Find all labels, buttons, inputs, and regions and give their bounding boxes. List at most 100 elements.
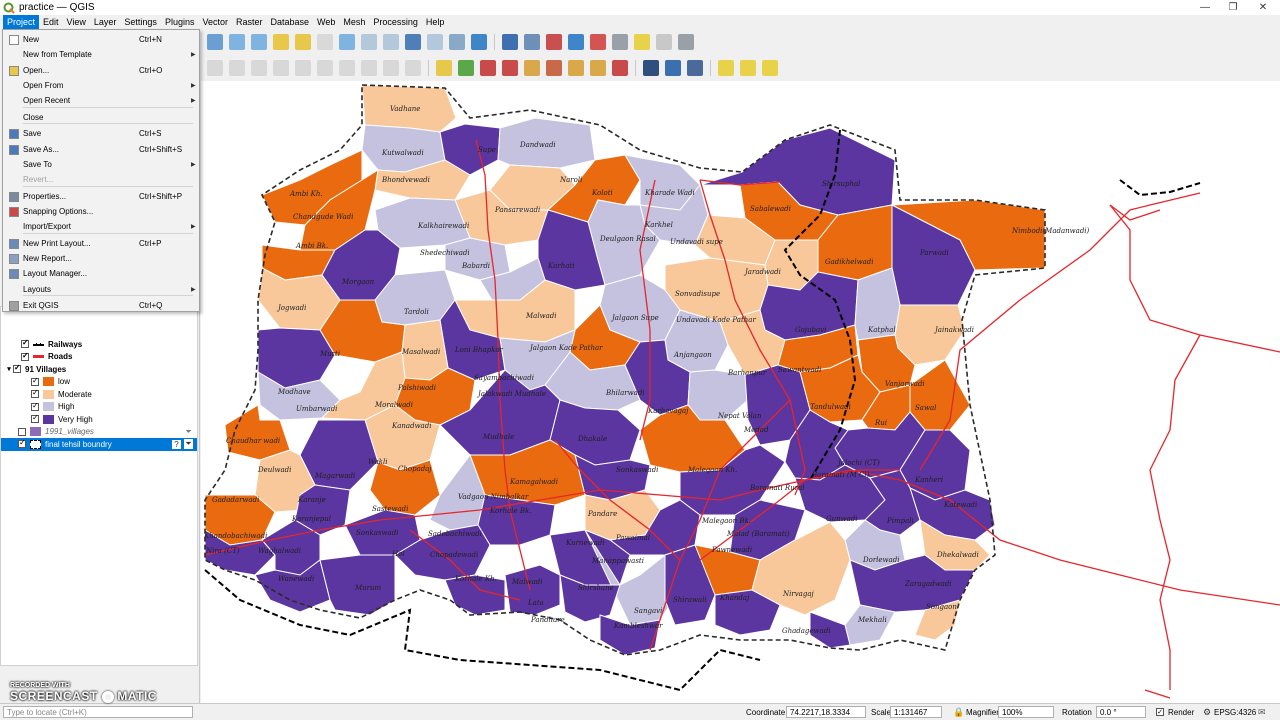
show-bookmarks-icon[interactable] (427, 34, 443, 50)
crs-label[interactable]: EPSG:4326 (1214, 708, 1256, 717)
menu-item-save[interactable]: Save Ctrl+S (3, 126, 199, 141)
class-moderate-checkbox[interactable] (31, 388, 39, 399)
menu-view[interactable]: View (63, 15, 90, 29)
render-checkbox[interactable]: ✓ (1156, 708, 1164, 716)
field-calculator-icon[interactable] (546, 34, 562, 50)
annotation-icon[interactable] (656, 34, 672, 50)
scale-field[interactable]: 1:131467 (890, 706, 942, 718)
close-button[interactable]: ✕ (1248, 0, 1278, 15)
menu-mesh[interactable]: Mesh (339, 15, 369, 29)
menu-item-save-to[interactable]: Save To ▶ (3, 157, 199, 172)
class-low-checkbox[interactable] (31, 376, 39, 386)
help-icon[interactable]: ? (172, 439, 181, 449)
menu-edit[interactable]: Edit (39, 15, 63, 29)
menu-item-open-recent[interactable]: Open Recent ▶ (3, 93, 199, 108)
menu-item-save-as[interactable]: Save As... Ctrl+Shift+S (3, 142, 199, 157)
menu-item-layout-manager[interactable]: Layout Manager... (3, 266, 199, 281)
layer-final-tehsil-boundry[interactable]: final tehsil boundry ? ⏷ (1, 438, 197, 451)
class-low[interactable]: low (1, 376, 197, 389)
toggle-editing-icon[interactable] (229, 60, 245, 76)
menu-vector[interactable]: Vector (198, 15, 232, 29)
attribute-table-icon[interactable] (524, 34, 540, 50)
new-bookmark-icon[interactable] (405, 34, 421, 50)
zoom-last-icon[interactable] (361, 34, 377, 50)
cut-features-icon[interactable] (317, 60, 333, 76)
layer-styling-icon[interactable] (612, 60, 628, 76)
move-label-icon[interactable] (546, 60, 562, 76)
layer-diagram-icon[interactable] (480, 60, 496, 76)
magnifier-field[interactable]: 100% (998, 706, 1054, 718)
measure-icon[interactable] (612, 34, 628, 50)
digitize-icon[interactable] (251, 60, 267, 76)
change-label-icon[interactable] (590, 60, 606, 76)
python-console-icon[interactable] (665, 60, 681, 76)
filter-icon[interactable]: ⏷ (185, 427, 191, 437)
zoom-next-icon[interactable] (383, 34, 399, 50)
layer-roads[interactable]: Roads (1, 351, 197, 364)
menu-item-import-export[interactable]: Import/Export ▶ (3, 219, 199, 234)
coordinate-field[interactable]: 74.2217,18.3334 (786, 706, 866, 718)
messages-icon[interactable]: ✉ (1258, 707, 1266, 718)
maximize-button[interactable]: ❐ (1218, 0, 1248, 15)
layer-boundary-checkbox[interactable] (18, 438, 26, 449)
select-by-expression-icon[interactable] (740, 60, 756, 76)
layer-railways[interactable]: Railways (1, 338, 197, 351)
zoom-native-icon[interactable] (339, 34, 355, 50)
menu-processing[interactable]: Processing (369, 15, 422, 29)
undo-icon[interactable] (383, 60, 399, 76)
menu-plugins[interactable]: Plugins (161, 15, 199, 29)
menu-item-new-report[interactable]: New Report... (3, 251, 199, 266)
map-canvas[interactable]: Vadhane Kutwalwadi Supe Dandwadi Bhondvewadi… (201, 81, 1280, 703)
zoom-to-layer-icon[interactable] (317, 34, 333, 50)
pin-labels-icon[interactable] (502, 60, 518, 76)
help-plugin-icon[interactable] (687, 60, 703, 76)
layer-roads-checkbox[interactable] (21, 351, 29, 361)
menu-settings[interactable]: Settings (120, 15, 161, 29)
filter-icon[interactable]: ⏷ (184, 439, 193, 450)
menu-item-new-from-template[interactable]: New from Template ▶ (3, 47, 199, 62)
menu-item-open-from[interactable]: Open From ▶ (3, 78, 199, 93)
identify-features-icon[interactable] (502, 34, 518, 50)
lock-icon[interactable]: 🔒 (953, 707, 964, 718)
zoom-full-icon[interactable] (273, 34, 289, 50)
paste-features-icon[interactable] (361, 60, 377, 76)
menu-item-properties[interactable]: Properties... Ctrl+Shift+P (3, 189, 199, 204)
layer-91-villages[interactable]: ▾ 91 Villages (1, 363, 197, 376)
class-high-checkbox[interactable] (31, 401, 39, 411)
locator-search-input[interactable]: Type to locate (Ctrl+K) (3, 706, 193, 718)
class-high[interactable]: High (1, 401, 197, 414)
menu-item-new-print-layout[interactable]: New Print Layout... Ctrl+P (3, 236, 199, 251)
minimize-button[interactable]: — (1190, 0, 1220, 15)
menu-help[interactable]: Help (422, 15, 449, 29)
zoom-to-selection-icon[interactable] (295, 34, 311, 50)
menu-item-snapping-options[interactable]: Snapping Options... (3, 204, 199, 219)
layer-91-villages-checkbox[interactable] (13, 363, 21, 374)
layer-railways-checkbox[interactable] (21, 338, 29, 349)
map-tips-icon[interactable] (634, 34, 650, 50)
rotation-field[interactable]: 0.0 ° (1096, 706, 1146, 718)
layer-1991-villages-checkbox[interactable] (18, 427, 26, 436)
crs-globe-icon[interactable]: ⚙ (1203, 707, 1211, 718)
text-annotation-icon[interactable] (678, 34, 694, 50)
rotate-label-icon[interactable] (568, 60, 584, 76)
menu-item-new[interactable]: New Ctrl+N (3, 32, 199, 47)
refresh-icon[interactable] (471, 34, 487, 50)
current-edits-icon[interactable] (207, 60, 223, 76)
show-hide-labels-icon[interactable] (524, 60, 540, 76)
quickmapservices-icon[interactable] (643, 60, 659, 76)
redo-icon[interactable] (405, 60, 421, 76)
temporal-controller-icon[interactable] (449, 34, 465, 50)
menu-database[interactable]: Database (267, 15, 314, 29)
pan-map-icon[interactable] (207, 34, 223, 50)
layer-labeling-icon[interactable] (458, 60, 474, 76)
menu-web[interactable]: Web (313, 15, 339, 29)
expand-toggle-icon[interactable]: ▾ (5, 365, 13, 373)
save-edits-icon[interactable] (273, 60, 289, 76)
menu-raster[interactable]: Raster (232, 15, 267, 29)
menu-project[interactable]: Project (3, 15, 40, 29)
processing-toolbox-icon[interactable] (568, 34, 584, 50)
copy-features-icon[interactable] (339, 60, 355, 76)
class-very-high-checkbox[interactable] (31, 413, 39, 424)
class-very-high[interactable]: Very High (1, 413, 197, 426)
layer-1991-villages[interactable]: 1991_villages ⏷ (1, 426, 197, 439)
